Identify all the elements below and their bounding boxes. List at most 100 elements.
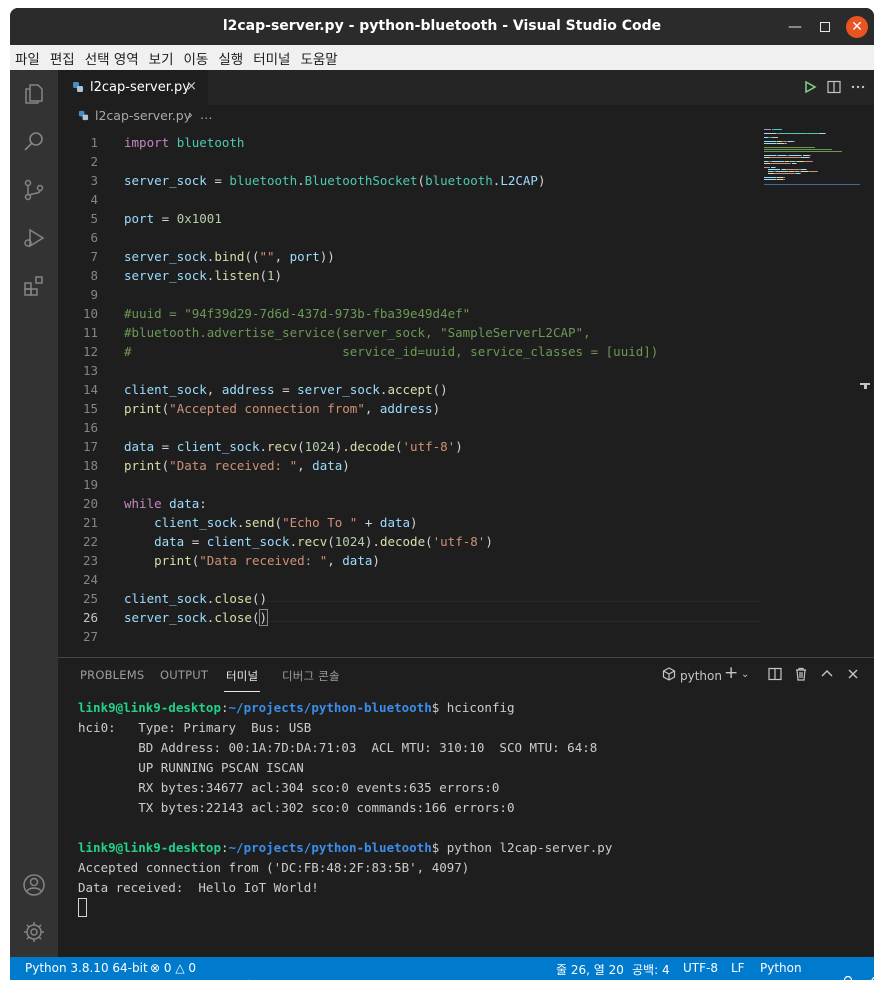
encoding[interactable]: UTF-8	[683, 961, 718, 975]
error-count: 0	[163, 961, 172, 975]
code-editor[interactable]: 1 2 3 4 5 6 7 8 9 10 11 12 13 14 15 16 17 18 19 20 21 22 23 24 2…	[58, 127, 874, 657]
code-token: ,	[327, 553, 343, 568]
breadcrumb-more[interactable]: …	[200, 107, 213, 122]
minimap[interactable]	[764, 127, 864, 189]
menu-help[interactable]: 도움말	[295, 45, 342, 70]
source-control-icon[interactable]	[22, 178, 46, 202]
chevron-down-icon[interactable]: ⌄	[741, 669, 749, 680]
code-token: print	[124, 401, 162, 416]
minimap-token	[775, 167, 777, 168]
terminal-shell-name[interactable]: python	[680, 669, 722, 683]
code-line[interactable]: server_sock.bind(("", port))	[124, 249, 335, 268]
code-line[interactable]: client_sock.send("Echo To " + data)	[124, 515, 417, 534]
trash-icon[interactable]	[794, 667, 808, 685]
line-number: 11	[82, 325, 98, 340]
problems-counter[interactable]: ⊗ 0 △ 0	[150, 961, 196, 975]
end-of-line[interactable]: LF	[731, 961, 745, 975]
code-line[interactable]: data = client_sock.recv(1024).decode('ut…	[124, 439, 463, 458]
code-line[interactable]: # service_id=uuid, service_classes = [uu…	[124, 344, 658, 363]
tab-close-icon[interactable]: ×	[186, 79, 197, 94]
notifications-bell-icon[interactable]	[846, 961, 874, 980]
code-line[interactable]: #bluetooth.advertise_service(server_sock…	[124, 325, 591, 344]
code-line[interactable]: client_sock.close()	[124, 591, 267, 610]
tab-terminal[interactable]: 터미널	[226, 668, 258, 684]
more-actions-icon[interactable]	[850, 79, 866, 95]
run-debug-icon[interactable]	[22, 226, 46, 250]
line-number: 25	[82, 591, 98, 606]
settings-gear-icon[interactable]	[22, 920, 46, 944]
code-line[interactable]: port = 0x1001	[124, 211, 222, 230]
code-line[interactable]: data = client_sock.recv(1024).decode('ut…	[124, 534, 493, 553]
menu-edit[interactable]: 편집	[45, 45, 80, 70]
minimap-token	[764, 147, 815, 148]
minimap-token	[804, 161, 813, 162]
minimap-token	[812, 161, 814, 162]
code-token: )	[455, 439, 463, 454]
code-token: server_sock	[124, 249, 207, 264]
line-number: 3	[90, 173, 98, 188]
terminal-token: $ python l2cap-server.py	[431, 840, 613, 855]
code-token: )	[342, 458, 350, 473]
menu-selection[interactable]: 선택 영역	[80, 45, 144, 70]
menu-run[interactable]: 실행	[213, 45, 248, 70]
menu-go[interactable]: 이동	[179, 45, 214, 70]
minimize-button[interactable]: —	[784, 16, 806, 38]
tab-l2cap-server[interactable]: l2cap-server.py ×	[58, 70, 208, 105]
code-token: address	[221, 382, 275, 397]
extensions-icon[interactable]	[22, 274, 46, 298]
run-python-file-icon[interactable]	[802, 79, 818, 95]
close-panel-icon[interactable]	[846, 667, 860, 685]
menu-terminal[interactable]: 터미널	[248, 45, 295, 70]
code-line[interactable]: import bluetooth	[124, 135, 244, 154]
line-number: 26	[82, 610, 98, 625]
code-line[interactable]: print("Accepted connection from", addres…	[124, 401, 440, 420]
language-mode[interactable]: Python	[760, 961, 802, 975]
tab-output[interactable]: OUTPUT	[160, 668, 208, 682]
live-share-icon[interactable]	[216, 961, 253, 980]
menu-view[interactable]: 보기	[144, 45, 179, 70]
code-token: )	[485, 534, 493, 549]
code-line[interactable]: #uuid = "94f39d29-7d6d-437d-973b-fba39e4…	[124, 306, 470, 325]
status-bar: Python 3.8.10 64-bit ⊗ 0 △ 0 줄 26, 열 20 …	[10, 957, 874, 980]
code-line[interactable]: client_sock, address = server_sock.accep…	[124, 382, 448, 401]
menu-file[interactable]: 파일	[10, 45, 45, 70]
minimap-token	[764, 179, 777, 180]
code-token: ()	[251, 591, 268, 606]
minimap-token	[764, 177, 777, 178]
minimap-token	[778, 155, 786, 156]
line-number: 21	[82, 515, 98, 530]
cursor-position[interactable]: 줄 26, 열 20	[556, 961, 624, 978]
minimap-token	[787, 169, 799, 170]
split-terminal-icon[interactable]	[768, 667, 782, 685]
code-line[interactable]: while data:	[124, 496, 207, 515]
search-icon[interactable]	[22, 130, 46, 154]
minimap-token	[764, 167, 770, 168]
code-line[interactable]: server_sock = bluetooth.BluetoothSocket(…	[124, 173, 546, 192]
tab-problems[interactable]: PROBLEMS	[80, 668, 144, 682]
minimap-token	[764, 129, 771, 130]
python-file-icon	[72, 81, 84, 97]
files-icon[interactable]	[22, 82, 46, 106]
maximize-panel-icon[interactable]	[820, 667, 834, 685]
tab-debug-console[interactable]: 디버그 콘솔	[282, 668, 340, 684]
python-interpreter[interactable]: Python 3.8.10 64-bit	[25, 961, 148, 975]
code-line[interactable]: server_sock.close()	[124, 609, 268, 629]
account-icon[interactable]	[22, 873, 46, 897]
line-number: 27	[82, 629, 98, 644]
code-token: decode	[379, 534, 426, 549]
indentation[interactable]: 공백: 4	[632, 961, 670, 978]
maximize-button[interactable]	[814, 16, 836, 38]
code-line[interactable]: print("Data received: ", data)	[124, 458, 350, 477]
new-terminal-icon[interactable]: +	[724, 663, 738, 683]
close-window-button[interactable]: ✕	[846, 16, 868, 38]
code-line[interactable]: server_sock.listen(1)	[124, 268, 282, 287]
tab-label: l2cap-server.py	[90, 80, 190, 95]
breadcrumb-file[interactable]: l2cap-server.py	[95, 108, 191, 123]
code-token: ,	[206, 382, 222, 397]
code-token: client_sock	[176, 439, 260, 454]
code-token: +	[357, 515, 380, 530]
code-line[interactable]: print("Data received: ", data)	[124, 553, 380, 572]
code-token: "Data received: "	[169, 458, 298, 473]
split-editor-icon[interactable]	[826, 79, 842, 95]
warning-count: 0	[188, 961, 197, 975]
